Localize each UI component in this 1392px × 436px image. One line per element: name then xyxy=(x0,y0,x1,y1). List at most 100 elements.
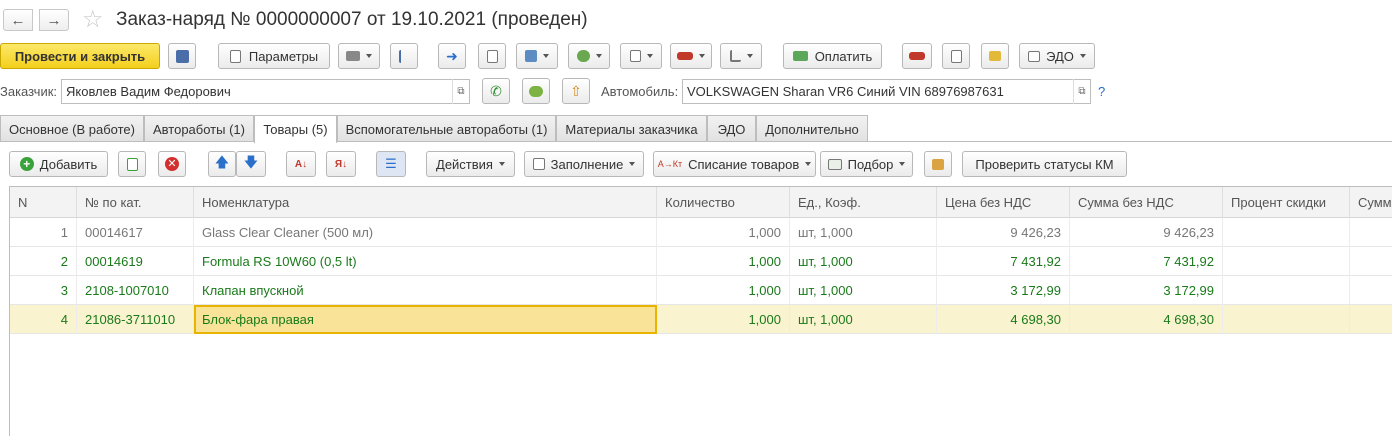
actions-button[interactable]: Действия xyxy=(426,151,515,177)
sum: 4 698,30 xyxy=(1070,305,1223,334)
nomenclature: Клапан впускной xyxy=(194,276,657,305)
copy-icon xyxy=(126,157,138,171)
price: 3 172,99 xyxy=(937,276,1070,305)
price: 9 426,23 xyxy=(937,218,1070,247)
money-icon xyxy=(792,51,808,61)
open-car-icon[interactable]: ⧉ xyxy=(1073,79,1090,104)
help-link[interactable]: ? xyxy=(1098,84,1105,99)
parameters-button[interactable]: Параметры xyxy=(218,43,330,69)
tab-bar: Основное (В работе) Автоработы (1) Товар… xyxy=(0,115,1392,143)
actions-label: Действия xyxy=(436,156,493,172)
sort-asc-button[interactable]: А↓ xyxy=(286,151,316,177)
sum: 9 426,23 xyxy=(1070,218,1223,247)
writeoff-button[interactable]: А→Кт Списание товаров xyxy=(653,151,816,177)
lock-button[interactable] xyxy=(981,43,1009,69)
car-button[interactable] xyxy=(670,43,712,69)
tab-edo[interactable]: ЭДО xyxy=(707,115,756,142)
page-title: Заказ-наряд № 0000000007 от 19.10.2021 (… xyxy=(116,9,588,30)
structure-button[interactable] xyxy=(390,43,418,69)
fill-label: Заполнение xyxy=(550,156,624,172)
column-header-nomenclature[interactable]: Номенклатура xyxy=(194,187,657,218)
chart-icon xyxy=(729,50,741,62)
table-row[interactable]: 2 00014619 Formula RS 10W60 (0,5 lt) 1,0… xyxy=(10,247,1392,276)
tab-main[interactable]: Основное (В работе) xyxy=(0,115,144,142)
message-button[interactable] xyxy=(522,78,550,104)
move-down-button[interactable]: 🡇 xyxy=(236,151,266,177)
upload-icon: ⇧ xyxy=(570,82,582,99)
column-header-sum[interactable]: Сумма без НДС xyxy=(1070,187,1223,218)
related-docs-button[interactable] xyxy=(620,43,662,69)
customer-field[interactable]: Яковлев Вадим Федорович xyxy=(61,79,470,104)
call-button[interactable]: ✆ xyxy=(482,78,510,104)
lock-icon xyxy=(989,51,1001,61)
tab-autoworks[interactable]: Автоработы (1) xyxy=(144,115,254,142)
edo-icon xyxy=(1028,50,1041,62)
create-based-icon xyxy=(525,50,537,62)
arrow-right-blue-icon: ➜ xyxy=(446,47,458,64)
save-icon xyxy=(175,49,189,63)
car-label: Автомобиль: xyxy=(601,84,679,99)
back-button[interactable]: ← xyxy=(3,9,33,31)
header-fields: Заказчик: Яковлев Вадим Федорович ⧉ ✆ ⇧ … xyxy=(0,78,1392,106)
catalog-number: 2108-1007010 xyxy=(77,276,194,305)
edo-label: ЭДО xyxy=(1046,48,1074,64)
tab-customer-materials[interactable]: Материалы заказчика xyxy=(556,115,707,142)
column-header-quantity[interactable]: Количество xyxy=(657,187,790,218)
package-button[interactable] xyxy=(924,151,952,177)
catalog-number: 21086-3711010 xyxy=(77,305,194,334)
check-km-button[interactable]: Проверить статусы КМ xyxy=(962,151,1127,177)
column-header-catalog[interactable]: № по кат. xyxy=(77,187,194,218)
edo-button[interactable]: ЭДО xyxy=(1019,43,1095,69)
selection-button[interactable]: Подбор xyxy=(820,151,913,177)
hierarchy-icon xyxy=(399,49,409,63)
column-header-unit[interactable]: Ед., Коэф. xyxy=(790,187,937,218)
selection-icon xyxy=(827,158,842,170)
open-customer-icon[interactable]: ⧉ xyxy=(452,79,469,104)
writeoff-icon: А→Кт xyxy=(657,159,683,169)
column-header-discount[interactable]: Процент скидки xyxy=(1223,187,1350,218)
list-mode-button[interactable]: ☰ xyxy=(376,151,406,177)
create-based-button[interactable] xyxy=(516,43,558,69)
tab-additional[interactable]: Дополнительно xyxy=(756,115,868,142)
move-up-button[interactable]: 🡅 xyxy=(208,151,236,177)
document-icon xyxy=(229,49,241,63)
nomenclature-focused-cell[interactable]: Блок-фара правая xyxy=(194,305,657,334)
column-header-price[interactable]: Цена без НДС xyxy=(937,187,1070,218)
car-field[interactable]: VOLKSWAGEN Sharan VR6 Синий VIN 68976987… xyxy=(682,79,1091,104)
add-button[interactable]: + Добавить xyxy=(9,151,108,177)
sort-desc-button[interactable]: Я↓ xyxy=(326,151,356,177)
forward-button[interactable]: → xyxy=(39,9,69,31)
discount xyxy=(1223,276,1350,305)
row-number: 2 xyxy=(10,247,77,276)
table-toolbar: + Добавить ✕ 🡅 🡇 А↓ Я↓ ☰ Действия Заполн… xyxy=(0,151,1392,177)
copy-row-button[interactable] xyxy=(118,151,146,177)
clipboard-button[interactable] xyxy=(942,43,970,69)
report-button[interactable] xyxy=(478,43,506,69)
fill-button[interactable]: Заполнение xyxy=(524,151,644,177)
save-button[interactable] xyxy=(168,43,196,69)
pay-button[interactable]: Оплатить xyxy=(783,43,882,69)
tab-goods[interactable]: Товары (5) xyxy=(254,115,337,143)
unit: шт, 1,000 xyxy=(790,276,937,305)
chat-icon xyxy=(529,85,543,97)
car-card-button[interactable] xyxy=(902,43,932,69)
discount xyxy=(1223,305,1350,334)
print-button[interactable] xyxy=(338,43,380,69)
users-button[interactable] xyxy=(568,43,610,69)
printer-icon xyxy=(346,51,360,61)
star-icon[interactable]: ☆ xyxy=(82,5,104,35)
post-and-close-button[interactable]: Провести и закрыть xyxy=(0,43,160,69)
tab-aux-autoworks[interactable]: Вспомогательные автоработы (1) xyxy=(337,115,556,142)
clipboard-icon xyxy=(950,49,962,63)
table-row[interactable]: 1 00014617 Glass Clear Cleaner (500 мл) … xyxy=(10,218,1392,247)
arrow-down-icon: 🡇 xyxy=(243,154,259,170)
table-row-selected[interactable]: 4 21086-3711010 Блок-фара правая 1,000 ш… xyxy=(10,305,1392,334)
reports-button[interactable] xyxy=(720,43,762,69)
sum: 3 172,99 xyxy=(1070,276,1223,305)
column-header-sum-2[interactable]: Сумм xyxy=(1350,187,1392,218)
upload-button[interactable]: ⇧ xyxy=(562,78,590,104)
delete-row-button[interactable]: ✕ xyxy=(158,151,186,177)
table-row[interactable]: 3 2108-1007010 Клапан впускной 1,000 шт,… xyxy=(10,276,1392,305)
column-header-n[interactable]: N xyxy=(10,187,77,218)
go-button[interactable]: ➜ xyxy=(438,43,466,69)
